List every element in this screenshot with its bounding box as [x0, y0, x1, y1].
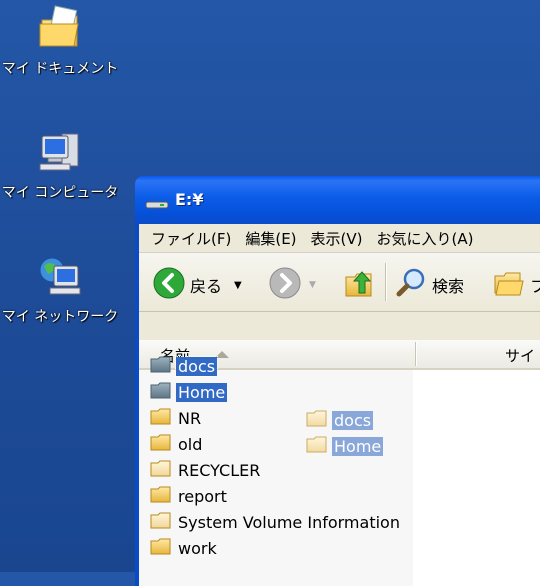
- forward-dropdown-icon[interactable]: ▼: [309, 280, 316, 290]
- menu-bar: ファイル(F) 編集(E) 表示(V) お気に入り(A): [139, 224, 540, 253]
- column-separator[interactable]: [415, 342, 416, 366]
- up-folder-button[interactable]: [343, 267, 375, 303]
- list-item[interactable]: NR: [150, 407, 203, 429]
- menu-favorites[interactable]: お気に入り(A): [377, 228, 474, 249]
- my-documents-icon: [36, 4, 84, 52]
- folders-icon: [493, 267, 525, 303]
- desktop-icon-my-documents[interactable]: マイ ドキュメント: [0, 4, 120, 78]
- sort-ascending-icon: [215, 351, 229, 358]
- hidden-folder-icon: [150, 511, 172, 533]
- title-bar[interactable]: E:¥: [135, 176, 540, 224]
- desktop-icon-label: マイ コンピュータ: [1, 185, 119, 201]
- list-item-name: report: [178, 486, 227, 506]
- search-button[interactable]: 検索: [395, 267, 464, 303]
- drag-ghost-item: docs: [306, 409, 374, 431]
- list-item[interactable]: work: [150, 537, 219, 559]
- list-item[interactable]: old: [150, 433, 204, 455]
- toolbar-separator: [385, 263, 386, 301]
- toolbar: 戻る ▼ ▼ 検索 フ: [139, 253, 540, 312]
- list-item-name: System Volume Information: [178, 512, 400, 532]
- folder-icon: [150, 485, 172, 507]
- desktop-icon-label: マイ ドキュメント: [1, 61, 119, 77]
- back-label: 戻る: [190, 277, 223, 296]
- list-item-name: Home: [176, 382, 228, 402]
- list-item-name: work: [178, 538, 217, 558]
- folder-icon: [150, 407, 172, 429]
- list-item[interactable]: Home: [150, 381, 228, 403]
- folder-icon: [150, 433, 172, 455]
- shared-folder-icon: [150, 355, 172, 377]
- list-item-name: old: [178, 434, 203, 454]
- search-label: 検索: [432, 277, 465, 296]
- menu-file[interactable]: ファイル(F): [151, 228, 231, 249]
- drag-ghost-label: docs: [332, 410, 374, 430]
- search-icon: [395, 267, 427, 303]
- folder-icon: [150, 537, 172, 559]
- list-item-name: NR: [178, 408, 202, 428]
- my-network-icon: [36, 252, 84, 300]
- hidden-folder-icon: [150, 459, 172, 481]
- desktop-icon-label: マイ ネットワーク: [1, 309, 119, 325]
- column-size-header[interactable]: サイ: [505, 345, 535, 366]
- list-item[interactable]: System Volume Information: [150, 511, 402, 533]
- folder-icon: [306, 409, 328, 431]
- menu-view[interactable]: 表示(V): [311, 228, 363, 249]
- up-folder-icon: [343, 267, 375, 303]
- folders-label: フ: [530, 277, 540, 296]
- menu-edit[interactable]: 編集(E): [245, 228, 296, 249]
- window-title: E:¥: [175, 190, 204, 209]
- folders-button[interactable]: フ: [493, 267, 540, 303]
- back-button[interactable]: 戻る ▼: [153, 267, 242, 303]
- list-item[interactable]: docs: [150, 355, 219, 377]
- shared-folder-icon: [150, 381, 172, 403]
- forward-arrow-icon: [269, 267, 301, 303]
- my-computer-icon: [36, 128, 84, 176]
- list-item-name: docs: [174, 355, 219, 377]
- list-item-name: RECYCLER: [178, 460, 261, 480]
- list-item[interactable]: report: [150, 485, 229, 507]
- folder-icon: [306, 435, 328, 457]
- drag-ghost-item: Home: [306, 435, 384, 457]
- drag-ghost-label: Home: [332, 436, 384, 456]
- list-item[interactable]: RECYCLER: [150, 459, 262, 481]
- back-arrow-icon: [153, 267, 185, 303]
- drive-icon: [145, 195, 169, 214]
- forward-button[interactable]: ▼: [269, 267, 316, 303]
- desktop-icon-my-computer[interactable]: マイ コンピュータ: [0, 128, 120, 202]
- back-dropdown-icon[interactable]: ▼: [234, 280, 242, 291]
- desktop-icon-my-network[interactable]: マイ ネットワーク: [0, 252, 120, 326]
